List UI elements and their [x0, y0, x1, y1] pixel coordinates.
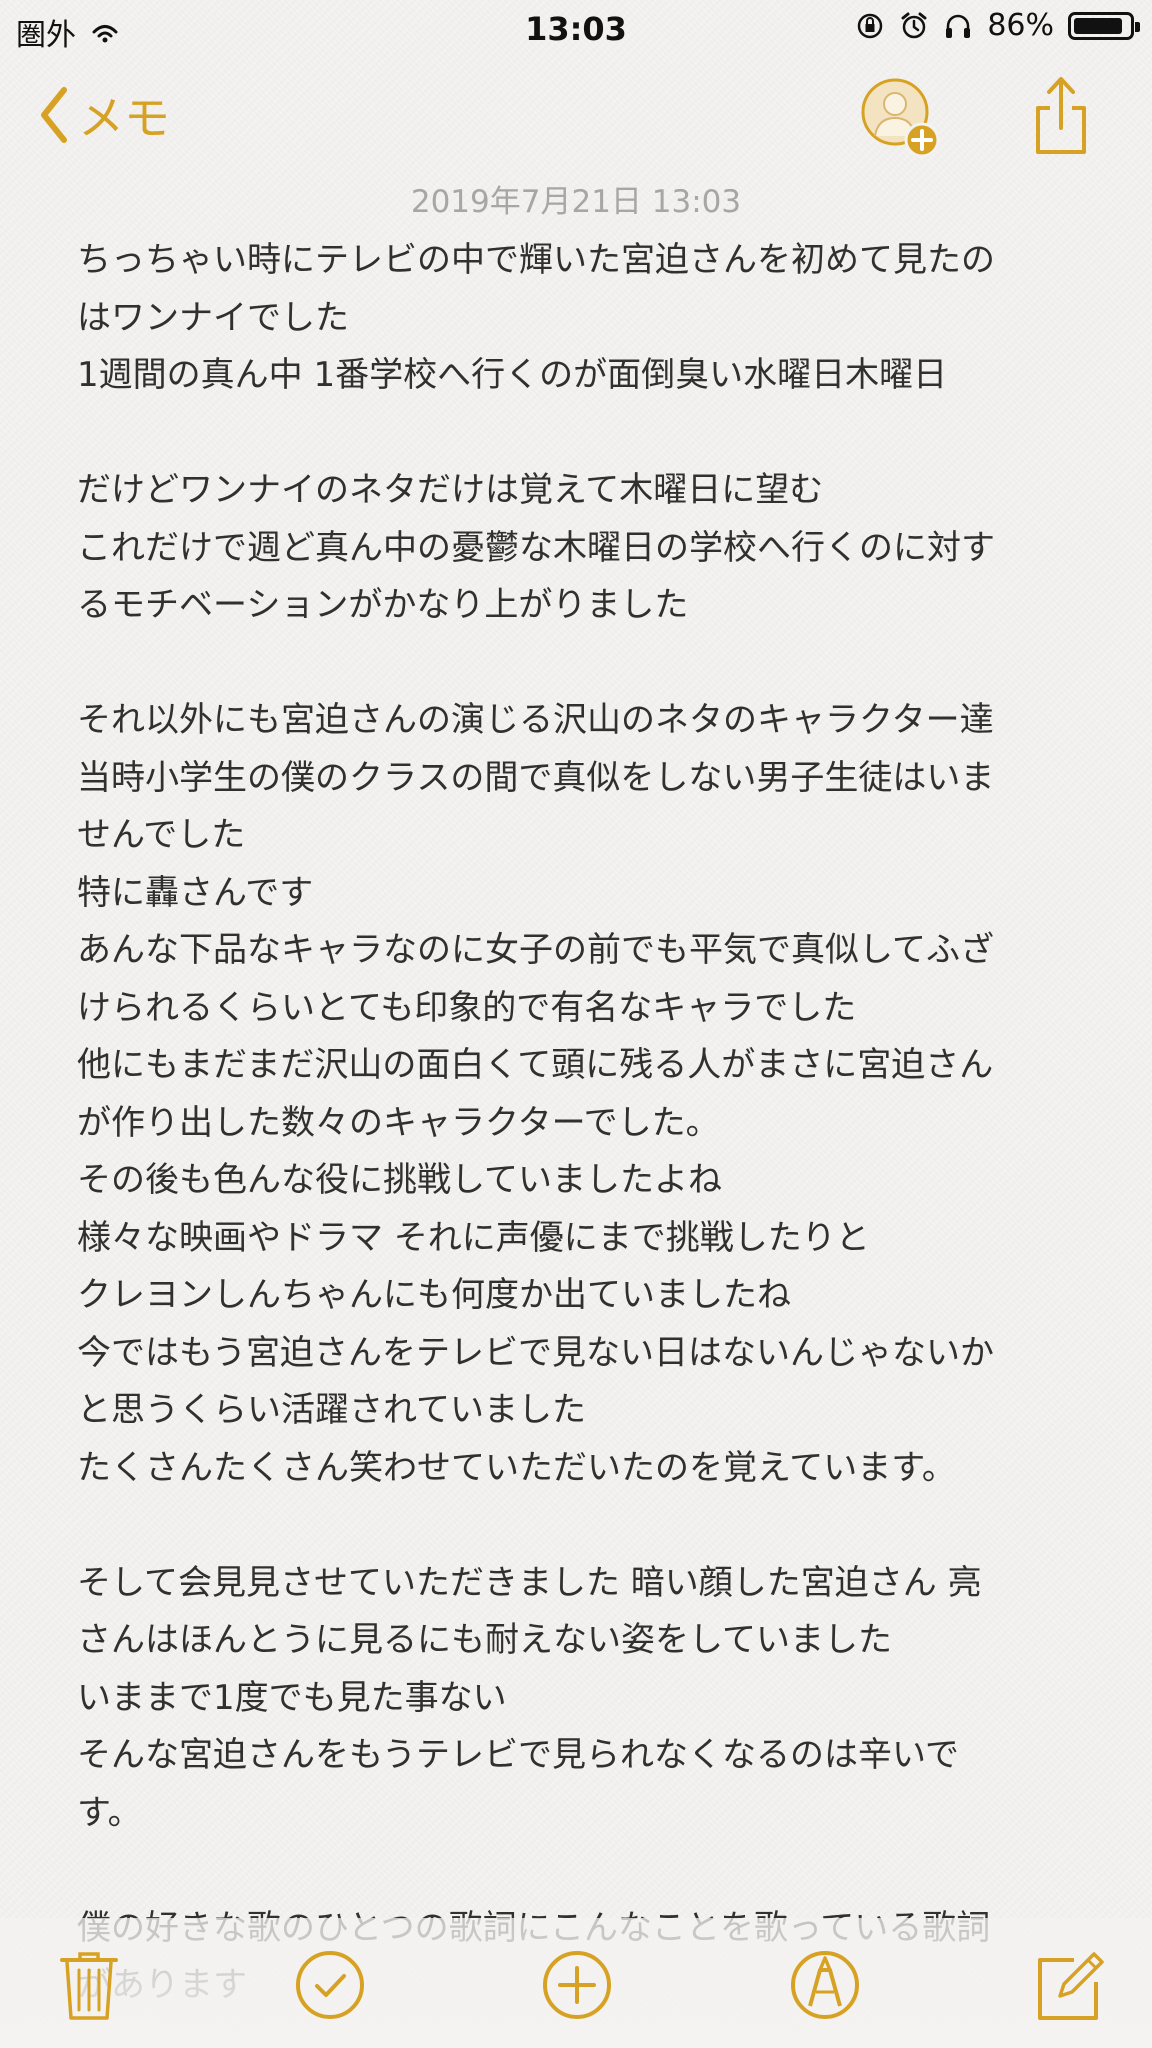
- battery-fill: [1074, 17, 1122, 34]
- note-line: [77, 1497, 1077, 1555]
- note-line: クレヨンしんちゃんにも何度か出ていましたね: [77, 1275, 791, 1315]
- note-line: す。: [77, 1792, 142, 1833]
- note-line: はワンナイでした: [77, 297, 349, 338]
- note-line: [77, 1842, 1077, 1900]
- note-line: 特に轟さんです: [77, 872, 314, 913]
- note-line: [77, 635, 1077, 693]
- note-line: 1週間の真ん中 1番学校へ行くのが面倒臭い水曜日木曜日: [77, 355, 948, 395]
- note-line: せんでした: [77, 815, 246, 855]
- note-line: けられるくらいとても印象的で有名なキャラでした: [77, 987, 857, 1028]
- note-line: と思うくらい活躍されていました: [77, 1390, 586, 1430]
- add-icon[interactable]: [540, 1948, 614, 2022]
- battery-icon: [1068, 11, 1140, 40]
- alarm-icon: [901, 12, 927, 38]
- note-line: 他にもまだまだ沢山の面白くて頭に残る人がまさに宮迫さん: [77, 1045, 994, 1085]
- checklist-icon[interactable]: [293, 1948, 367, 2022]
- note-line: 今ではもう宮迫さんをテレビで見ない日はないんじゃないか: [77, 1332, 994, 1373]
- note-date: 2019年7月21日 13:03: [410, 184, 742, 220]
- note-line: [77, 405, 1077, 463]
- share-icon[interactable]: [1032, 74, 1090, 156]
- rotation-lock-icon: [858, 13, 883, 38]
- markup-pen-icon[interactable]: [788, 1948, 862, 2022]
- status-right: 86%: [855, 8, 1140, 43]
- note-line: たくさんたくさん笑わせていただいたのを覚えています。: [77, 1447, 956, 1488]
- note-line: が作り出した数々のキャラクターでした。: [77, 1102, 720, 1143]
- note-body[interactable]: ちっちゃい時にテレビの中で輝いた宮迫さんを初めて見たの はワンナイでした 1週間の真…: [77, 232, 1077, 2015]
- note-line: そんな宮迫さんをもうテレビで見られなくなるのは辛いで: [77, 1735, 959, 1775]
- note-line: あんな下品なキャラなのに女子の前でも平気で真似してふざ: [77, 930, 994, 970]
- bottom-toolbar: [0, 1918, 1152, 2048]
- trash-icon[interactable]: [52, 1948, 126, 2022]
- navigation-bar: メモ: [0, 68, 1152, 168]
- note-line: 様々な映画やドラマ それに声優にまで挑戦したりと: [77, 1217, 870, 1258]
- note-line: ちっちゃい時にテレビの中で輝いた宮迫さんを初めて見たの: [77, 240, 995, 280]
- note-line: さんはほんとうに見るにも耐えない姿をしていました: [77, 1620, 892, 1660]
- headphones-icon: [946, 14, 971, 38]
- add-person-icon[interactable]: [860, 78, 940, 158]
- note-line: 当時小学生の僕のクラスの間で真似をしない男子生徒はいま: [77, 757, 995, 798]
- back-button-label: メモ: [78, 91, 170, 145]
- note-line: いままで1度でも見た事ない: [77, 1677, 507, 1718]
- note-line: それ以外にも宮迫さんの演じる沢山のネタのキャラクター達: [77, 700, 994, 740]
- compose-icon[interactable]: [1034, 1948, 1108, 2022]
- chevron-left-icon: [41, 87, 67, 143]
- note-line: これだけで週ど真ん中の憂鬱な木曜日の学校へ行くのに対す: [77, 527, 995, 568]
- battery-nub: [1135, 21, 1140, 32]
- note-line: その後も色んな役に挑戦していましたよね: [77, 1160, 722, 1200]
- note-line: るモチベーションがかなり上がりました: [77, 585, 689, 625]
- note-line: だけどワンナイのネタだけは覚えて木曜日に望む: [77, 470, 824, 510]
- note-line: そして会見見させていただきました 暗い顔した宮迫さん 亮: [77, 1562, 982, 1603]
- back-button[interactable]: メモ: [38, 82, 170, 148]
- battery-percent: 86%: [987, 8, 1054, 43]
- status-bar: 圏外 13:03 86%: [0, 0, 1152, 58]
